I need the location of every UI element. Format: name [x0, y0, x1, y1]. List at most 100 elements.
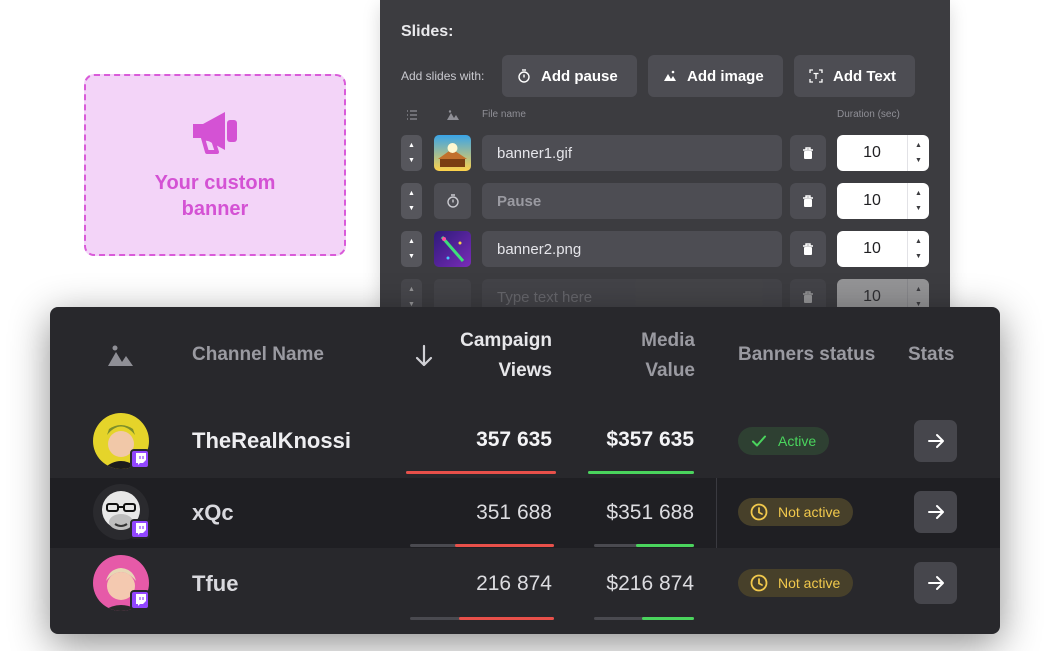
media-value: $357 635 [606, 428, 694, 451]
status-label: Not active [778, 575, 841, 591]
trash-icon [803, 146, 813, 159]
file-name-field[interactable]: banner1.gif [482, 135, 782, 171]
slide-row: ▲ ▼ Pause 10 ▲ ▼ [380, 183, 950, 221]
slides-title: Slides: [401, 23, 454, 40]
delete-slide-button[interactable] [790, 183, 826, 219]
order-column-header [406, 109, 418, 124]
increment-icon[interactable]: ▲ [915, 286, 922, 293]
duration-field[interactable]: 10 ▲ ▼ [837, 183, 929, 219]
stats-button[interactable] [914, 562, 957, 604]
campaign-views-value: 351 688 [476, 501, 552, 524]
status-badge: Not active [738, 569, 853, 597]
media-value-header[interactable]: Media Value [595, 326, 695, 386]
campaign-views-bar [406, 471, 556, 474]
stats-button[interactable] [914, 491, 957, 533]
custom-banner-line1: Your custom [154, 172, 276, 194]
media-value-bar [588, 471, 694, 474]
add-image-label: Add image [687, 67, 764, 85]
media-value: $216 874 [606, 572, 694, 595]
duration-value[interactable]: 10 [837, 240, 907, 258]
twitch-icon [130, 590, 150, 610]
file-name-field[interactable]: banner2.png [482, 231, 782, 267]
slide-row: ▲ ▼ banner1.gif 10 ▲ ▼ [380, 135, 950, 173]
increment-icon[interactable]: ▲ [915, 238, 922, 245]
delete-slide-button[interactable] [790, 231, 826, 267]
increment-icon[interactable]: ▲ [915, 142, 922, 149]
decrement-icon[interactable]: ▼ [915, 205, 922, 212]
duration-stepper[interactable]: ▲ ▼ [907, 231, 929, 267]
mountain-image-icon [108, 345, 133, 366]
pause-field[interactable]: Pause [482, 183, 782, 219]
campaign-views-header[interactable]: Campaign Views [430, 326, 552, 386]
channel-name[interactable]: xQc [192, 500, 234, 526]
channel-name[interactable]: Tfue [192, 571, 238, 597]
clock-icon [750, 503, 768, 521]
duration-field[interactable]: 10 ▲ ▼ [837, 231, 929, 267]
twitch-icon [130, 519, 150, 539]
status-label: Not active [778, 504, 841, 520]
custom-banner-placeholder[interactable]: Your custom banner [84, 74, 346, 256]
mountain-image-icon [447, 110, 459, 120]
list-icon [407, 110, 417, 120]
media-value-bar-track [594, 617, 694, 620]
slides-panel: Slides: Add slides with: Add pause Add i… [380, 0, 950, 330]
decrement-icon[interactable]: ▼ [915, 157, 922, 164]
text-frame-icon [809, 69, 823, 83]
banner-png-thumbnail [434, 231, 471, 267]
trash-icon [803, 242, 813, 255]
decrement-icon[interactable]: ▼ [915, 253, 922, 260]
reorder-stepper[interactable]: ▲ ▼ [401, 135, 422, 171]
add-text-label: Add Text [833, 67, 897, 85]
move-down-icon[interactable]: ▼ [408, 253, 415, 260]
checkmark-icon [752, 435, 766, 447]
megaphone-icon [193, 112, 237, 154]
slide-thumbnail [434, 183, 471, 219]
campaign-views-bar-track [406, 471, 556, 474]
stats-header[interactable]: Stats [908, 340, 954, 370]
trash-icon [803, 194, 813, 207]
add-pause-label: Add pause [541, 67, 618, 85]
banners-status-header[interactable]: Banners status [738, 340, 875, 370]
channel-name[interactable]: TheRealKnossi [192, 428, 351, 454]
move-up-icon[interactable]: ▲ [408, 238, 415, 245]
arrow-right-icon [927, 505, 944, 519]
delete-slide-button[interactable] [790, 135, 826, 171]
move-down-icon[interactable]: ▼ [408, 205, 415, 212]
move-up-icon[interactable]: ▲ [408, 142, 415, 149]
mountain-image-icon [664, 70, 676, 81]
duration-value[interactable]: 10 [837, 144, 907, 162]
duration-value[interactable]: 10 [837, 288, 907, 306]
add-pause-button[interactable]: Add pause [502, 55, 637, 97]
duration-stepper[interactable]: ▲ ▼ [907, 135, 929, 171]
banner-gif-thumbnail [434, 135, 471, 171]
media-value-bar-track [594, 544, 694, 547]
arrow-right-icon [927, 576, 944, 590]
duration-field[interactable]: 10 ▲ ▼ [837, 135, 929, 171]
status-label: Active [778, 433, 817, 449]
channel-name-header[interactable]: Channel Name [192, 340, 324, 370]
media-value-bar [636, 544, 694, 547]
campaign-views-value: 216 874 [476, 572, 552, 595]
media-value-bar-track [588, 471, 694, 474]
reorder-stepper[interactable]: ▲ ▼ [401, 183, 422, 219]
move-down-icon[interactable]: ▼ [408, 157, 415, 164]
slide-thumbnail [434, 231, 471, 267]
duration-stepper[interactable]: ▲ ▼ [907, 183, 929, 219]
trash-icon [803, 290, 813, 303]
media-value: $351 688 [606, 501, 694, 524]
increment-icon[interactable]: ▲ [915, 190, 922, 197]
campaign-views-header-line1: Campaign [460, 330, 552, 351]
duration-value[interactable]: 10 [837, 192, 907, 210]
duration-column-header: Duration (sec) [837, 109, 900, 120]
move-up-icon[interactable]: ▲ [408, 190, 415, 197]
campaign-views-bar-track [410, 544, 554, 547]
add-image-button[interactable]: Add image [648, 55, 783, 97]
campaign-views-bar [454, 544, 554, 547]
move-up-icon[interactable]: ▲ [408, 286, 415, 293]
custom-banner-label: Your custom banner [140, 170, 290, 222]
reorder-stepper[interactable]: ▲ ▼ [401, 231, 422, 267]
add-text-button[interactable]: Add Text [794, 55, 915, 97]
status-badge: Not active [738, 498, 853, 526]
stats-button[interactable] [914, 420, 957, 462]
stopwatch-icon [446, 194, 459, 208]
